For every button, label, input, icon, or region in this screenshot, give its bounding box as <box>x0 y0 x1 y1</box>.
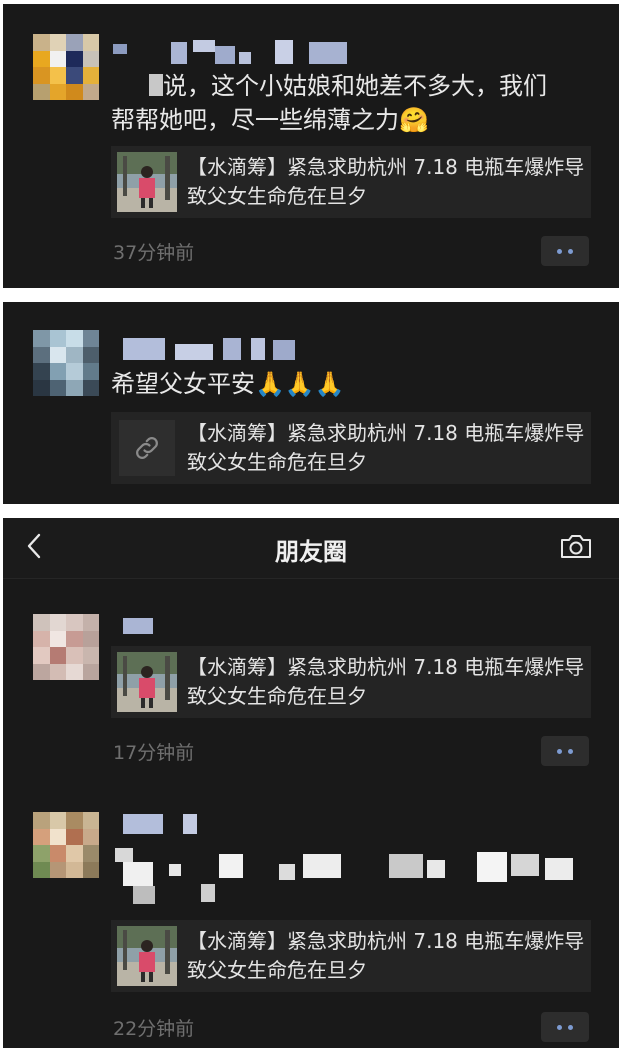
post-time: 17分钟前 <box>113 742 195 764</box>
post-text-line1: 说，这个小姑娘和她差不多大，我们 <box>163 72 547 100</box>
link-title: 【水滴筹】紧急求助杭州 7.18 电瓶车爆炸导致父女生命危在旦夕 <box>187 655 585 708</box>
camera-icon[interactable] <box>559 532 593 564</box>
link-card[interactable]: 【水滴筹】紧急求助杭州 7.18 电瓶车爆炸导致父女生命危在旦夕 <box>111 412 591 484</box>
link-title: 【水滴筹】紧急求助杭州 7.18 电瓶车爆炸导致父女生命危在旦夕 <box>187 155 585 208</box>
link-card[interactable]: 【水滴筹】紧急求助杭州 7.18 电瓶车爆炸导致父女生命危在旦夕 <box>111 146 591 218</box>
post-text-line2: 帮帮她吧，尽一些绵薄之力🤗 <box>111 106 429 134</box>
link-thumbnail <box>117 926 177 986</box>
emoji: 🙏🙏🙏 <box>255 370 345 398</box>
post-text: 希望父女平安🙏🙏🙏 <box>111 370 345 398</box>
user-avatar[interactable] <box>33 34 99 100</box>
dot-icon <box>557 748 562 754</box>
dot-icon <box>557 248 562 254</box>
moments-feed: 朋友圈 【水滴筹】紧急求助杭州 7.18 电瓶车爆炸导致父女生命危在旦夕 17分… <box>3 518 619 1048</box>
more-options-button[interactable] <box>541 1012 589 1042</box>
emoji: 🤗 <box>399 106 429 134</box>
link-thumbnail <box>119 420 175 476</box>
moment-post-2: 希望父女平安🙏🙏🙏 【水滴筹】紧急求助杭州 7.18 电瓶车爆炸导致父女生命危在… <box>3 302 619 504</box>
link-thumbnail <box>117 152 177 212</box>
user-avatar[interactable] <box>33 812 99 878</box>
nav-bar: 朋友圈 <box>3 518 619 579</box>
text-obscured <box>149 74 163 96</box>
more-options-button[interactable] <box>541 236 589 266</box>
link-title: 【水滴筹】紧急求助杭州 7.18 电瓶车爆炸导致父女生命危在旦夕 <box>187 421 585 474</box>
user-avatar[interactable] <box>33 330 99 396</box>
link-thumbnail <box>117 652 177 712</box>
link-card[interactable]: 【水滴筹】紧急求助杭州 7.18 电瓶车爆炸导致父女生命危在旦夕 <box>111 646 591 718</box>
page-title: 朋友圈 <box>275 538 347 566</box>
user-name-obscured[interactable] <box>123 618 153 634</box>
link-icon <box>136 437 158 459</box>
post-time: 37分钟前 <box>113 242 195 264</box>
dot-icon <box>568 748 573 754</box>
more-options-button[interactable] <box>541 736 589 766</box>
dot-icon <box>568 248 573 254</box>
link-title: 【水滴筹】紧急求助杭州 7.18 电瓶车爆炸导致父女生命危在旦夕 <box>187 929 585 982</box>
dot-icon <box>557 1024 562 1030</box>
dot-icon <box>568 1024 573 1030</box>
user-avatar[interactable] <box>33 614 99 680</box>
post-time: 22分钟前 <box>113 1018 195 1040</box>
moment-post-1: 说，这个小姑娘和她差不多大，我们 帮帮她吧，尽一些绵薄之力🤗 【水滴筹】紧急求助… <box>3 4 619 288</box>
link-card[interactable]: 【水滴筹】紧急求助杭州 7.18 电瓶车爆炸导致父女生命危在旦夕 <box>111 920 591 992</box>
